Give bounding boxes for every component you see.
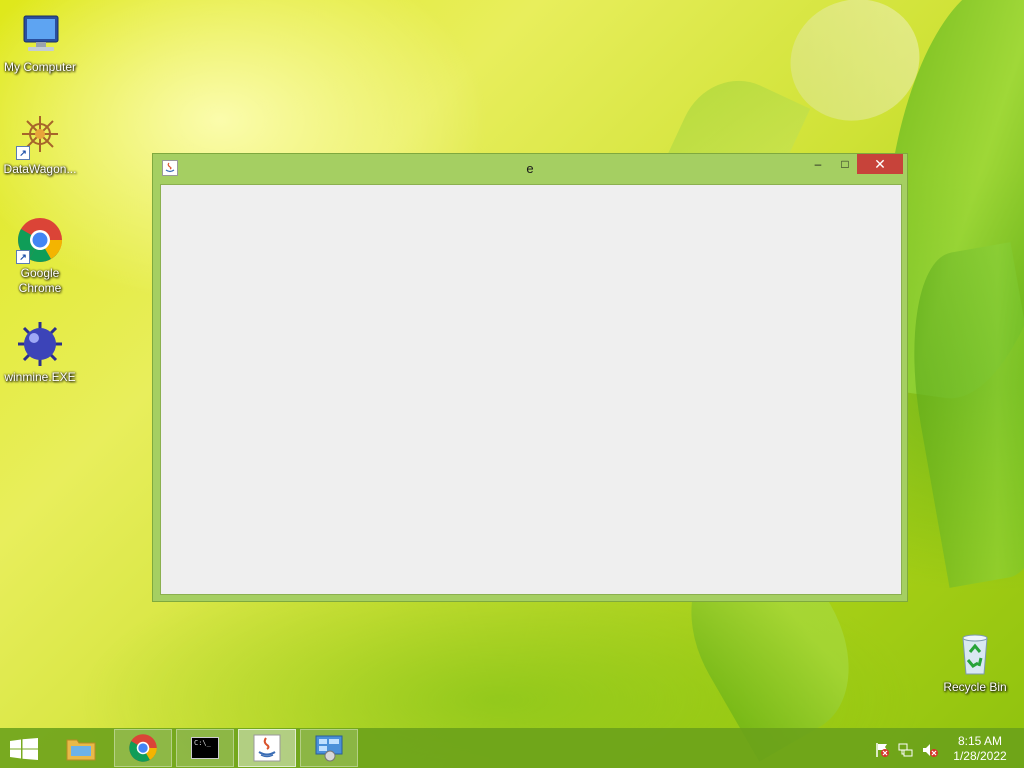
maximize-button[interactable]: □	[835, 154, 855, 174]
desktop-icon-label: My Computer	[3, 60, 77, 74]
desktop-icon-label: Recycle Bin	[943, 680, 1007, 694]
speaker-muted-icon[interactable]	[922, 742, 938, 757]
window-titlebar[interactable]: e – □ ✕	[153, 154, 907, 184]
desktop-icon-label: winmine.EXE	[4, 370, 76, 384]
desktop-icon-winmine[interactable]: winmine.EXE	[0, 320, 80, 385]
java-icon	[253, 734, 281, 762]
window-title: e	[526, 161, 534, 176]
windows-logo-icon	[10, 738, 38, 760]
computer-icon	[16, 10, 64, 58]
flag-icon[interactable]	[874, 742, 890, 757]
network-icon[interactable]	[898, 742, 914, 757]
datawagon-icon: ↗	[16, 112, 64, 160]
shortcut-arrow-icon: ↗	[16, 250, 30, 264]
taskbar-control-panel[interactable]	[300, 729, 358, 767]
cmd-icon: C:\_	[191, 737, 219, 759]
clock-date: 1/28/2022	[953, 749, 1007, 763]
desktop-icon-datawagon[interactable]: ↗ DataWagon...	[0, 112, 80, 177]
desktop-icon-recycle-bin[interactable]: Recycle Bin	[935, 630, 1015, 695]
taskbar-command-prompt[interactable]: C:\_	[176, 729, 234, 767]
minimize-button[interactable]: –	[808, 154, 828, 174]
app-window: e – □ ✕	[152, 153, 908, 602]
recycle-bin-icon	[951, 630, 999, 678]
taskbar-file-explorer[interactable]	[52, 729, 110, 767]
system-clock[interactable]: 8:15 AM 1/28/2022	[944, 734, 1016, 764]
close-button[interactable]: ✕	[857, 154, 903, 174]
desktop-icon-google-chrome[interactable]: ↗ Google Chrome	[0, 216, 80, 296]
chrome-icon	[129, 734, 157, 762]
start-button[interactable]	[10, 738, 38, 760]
control-panel-icon	[315, 735, 343, 762]
taskbar-chrome[interactable]	[114, 729, 172, 767]
clock-time: 8:15 AM	[957, 734, 1003, 748]
folder-icon	[66, 739, 96, 761]
chrome-icon: ↗	[16, 216, 64, 264]
taskbar-java-app[interactable]	[238, 729, 296, 767]
taskbar: C:\_ 8:15 AM 1/28/2022	[0, 728, 1024, 768]
shortcut-arrow-icon: ↗	[16, 146, 30, 160]
mine-icon	[16, 320, 64, 368]
desktop-icon-label: DataWagon...	[3, 162, 77, 176]
desktop-icon-label: Google Chrome	[18, 266, 62, 295]
window-client-area[interactable]	[160, 184, 902, 595]
desktop-icon-my-computer[interactable]: My Computer	[0, 10, 80, 75]
